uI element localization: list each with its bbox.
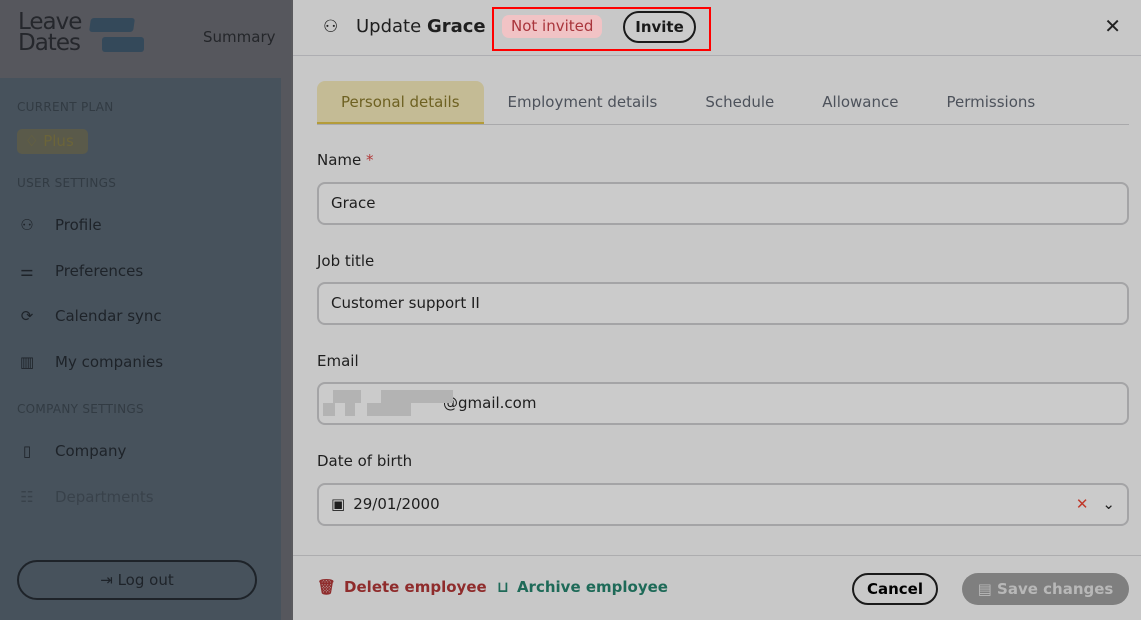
title-prefix: Update [356, 16, 422, 37]
user-settings-label: USER SETTINGS [17, 176, 117, 190]
current-plan-label: CURRENT PLAN [17, 100, 114, 114]
email-label: Email [317, 352, 359, 370]
title-name: Grace [426, 16, 486, 37]
dob-input[interactable]: ▣ 29/01/2000 ✕ ⌄ [317, 483, 1129, 526]
archive-icon: ⊔ [497, 578, 509, 596]
sidebar-item-profile[interactable]: ⚇ Profile [17, 216, 102, 234]
calendar-icon: ▣ [331, 495, 346, 513]
email-input[interactable]: @gmail.com [317, 382, 1129, 425]
plan-badge: ♢ Plus [17, 129, 88, 154]
chevron-down-icon[interactable]: ⌄ [1102, 485, 1115, 524]
status-badge: Not invited [502, 15, 603, 38]
archive-label: Archive employee [516, 578, 668, 596]
sidebar-item-label: Preferences [55, 262, 144, 280]
sidebar-item-departments[interactable]: ☷ Departments [17, 488, 154, 506]
email-value: @gmail.com [443, 394, 537, 412]
sidebar-item-label: My companies [55, 353, 164, 371]
cancel-button[interactable]: Cancel [852, 573, 938, 605]
trash-icon: 🗑 [317, 578, 337, 596]
sidebar-item-label: Departments [55, 488, 154, 506]
sidebar [0, 78, 281, 620]
save-changes-button[interactable]: ▤ Save changes [962, 573, 1129, 605]
archive-employee-button[interactable]: ⊔ Archive employee [497, 578, 668, 596]
clear-icon[interactable]: ✕ [1076, 485, 1089, 524]
name-label: Name * [317, 151, 374, 169]
tab-personal-details[interactable]: Personal details [317, 81, 484, 124]
logout-icon: ⇥ [100, 571, 118, 589]
sidebar-item-company[interactable]: ▯ Company [17, 442, 127, 460]
sidebar-item-calendar-sync[interactable]: ⟳ Calendar sync [17, 307, 162, 325]
save-icon: ▤ [977, 580, 998, 598]
tab-schedule[interactable]: Schedule [681, 81, 798, 124]
save-label: Save changes [997, 580, 1114, 598]
nav-summary[interactable]: Summary [203, 28, 276, 46]
invite-button[interactable]: Invite [623, 11, 696, 43]
logo-text: Leave Dates [18, 9, 82, 56]
tabs: Personal details Employment details Sche… [317, 81, 1129, 125]
tab-allowance[interactable]: Allowance [798, 81, 922, 124]
logout-button[interactable]: ⇥ Log out [17, 560, 257, 600]
redacted-blur [323, 389, 453, 418]
company-settings-label: COMPANY SETTINGS [17, 402, 144, 416]
dob-value: 29/01/2000 [353, 495, 440, 513]
tab-permissions[interactable]: Permissions [922, 81, 1059, 124]
sidebar-item-my-companies[interactable]: ▥ My companies [17, 353, 163, 371]
panel-title: Update Grace [356, 16, 486, 37]
delete-label: Delete employee [344, 578, 487, 596]
sidebar-scrollbar[interactable] [281, 78, 291, 620]
users-icon: ⚇ [323, 17, 339, 37]
required-marker: * [366, 151, 374, 169]
sidebar-item-label: Calendar sync [55, 307, 162, 325]
logo[interactable]: Leave Dates [18, 9, 144, 56]
departments-icon: ☷ [20, 488, 34, 506]
diamond-icon: ♢ [25, 132, 44, 150]
dob-label: Date of birth [317, 452, 413, 470]
sidebar-item-label: Company [55, 442, 127, 460]
user-icon: ⚇ [20, 216, 34, 234]
job-title-input[interactable]: Customer support II [317, 282, 1129, 325]
building-icon: ▯ [22, 442, 32, 460]
sidebar-item-preferences[interactable]: ⚌ Preferences [17, 262, 143, 280]
delete-employee-button[interactable]: 🗑 Delete employee [317, 578, 487, 596]
logout-label: Log out [117, 571, 174, 589]
update-employee-panel: ⚇ Update Grace Not invited Invite ✕ Pers… [291, 0, 1141, 620]
sync-icon: ⟳ [20, 307, 34, 325]
job-title-label: Job title [317, 252, 375, 270]
tab-employment-details[interactable]: Employment details [484, 81, 682, 124]
close-icon[interactable]: ✕ [1104, 14, 1121, 38]
top-bar: Leave Dates Summary [0, 0, 291, 78]
panel-header: ⚇ Update Grace Not invited Invite ✕ [293, 0, 1141, 56]
plan-name: Plus [43, 132, 74, 150]
name-label-text: Name [317, 151, 362, 169]
sliders-icon: ⚌ [20, 262, 34, 280]
panel-footer: 🗑 Delete employee ⊔ Archive employee Cance… [293, 555, 1141, 620]
sidebar-item-label: Profile [55, 216, 102, 234]
buildings-icon: ▥ [19, 353, 35, 371]
name-input[interactable]: Grace [317, 182, 1129, 225]
